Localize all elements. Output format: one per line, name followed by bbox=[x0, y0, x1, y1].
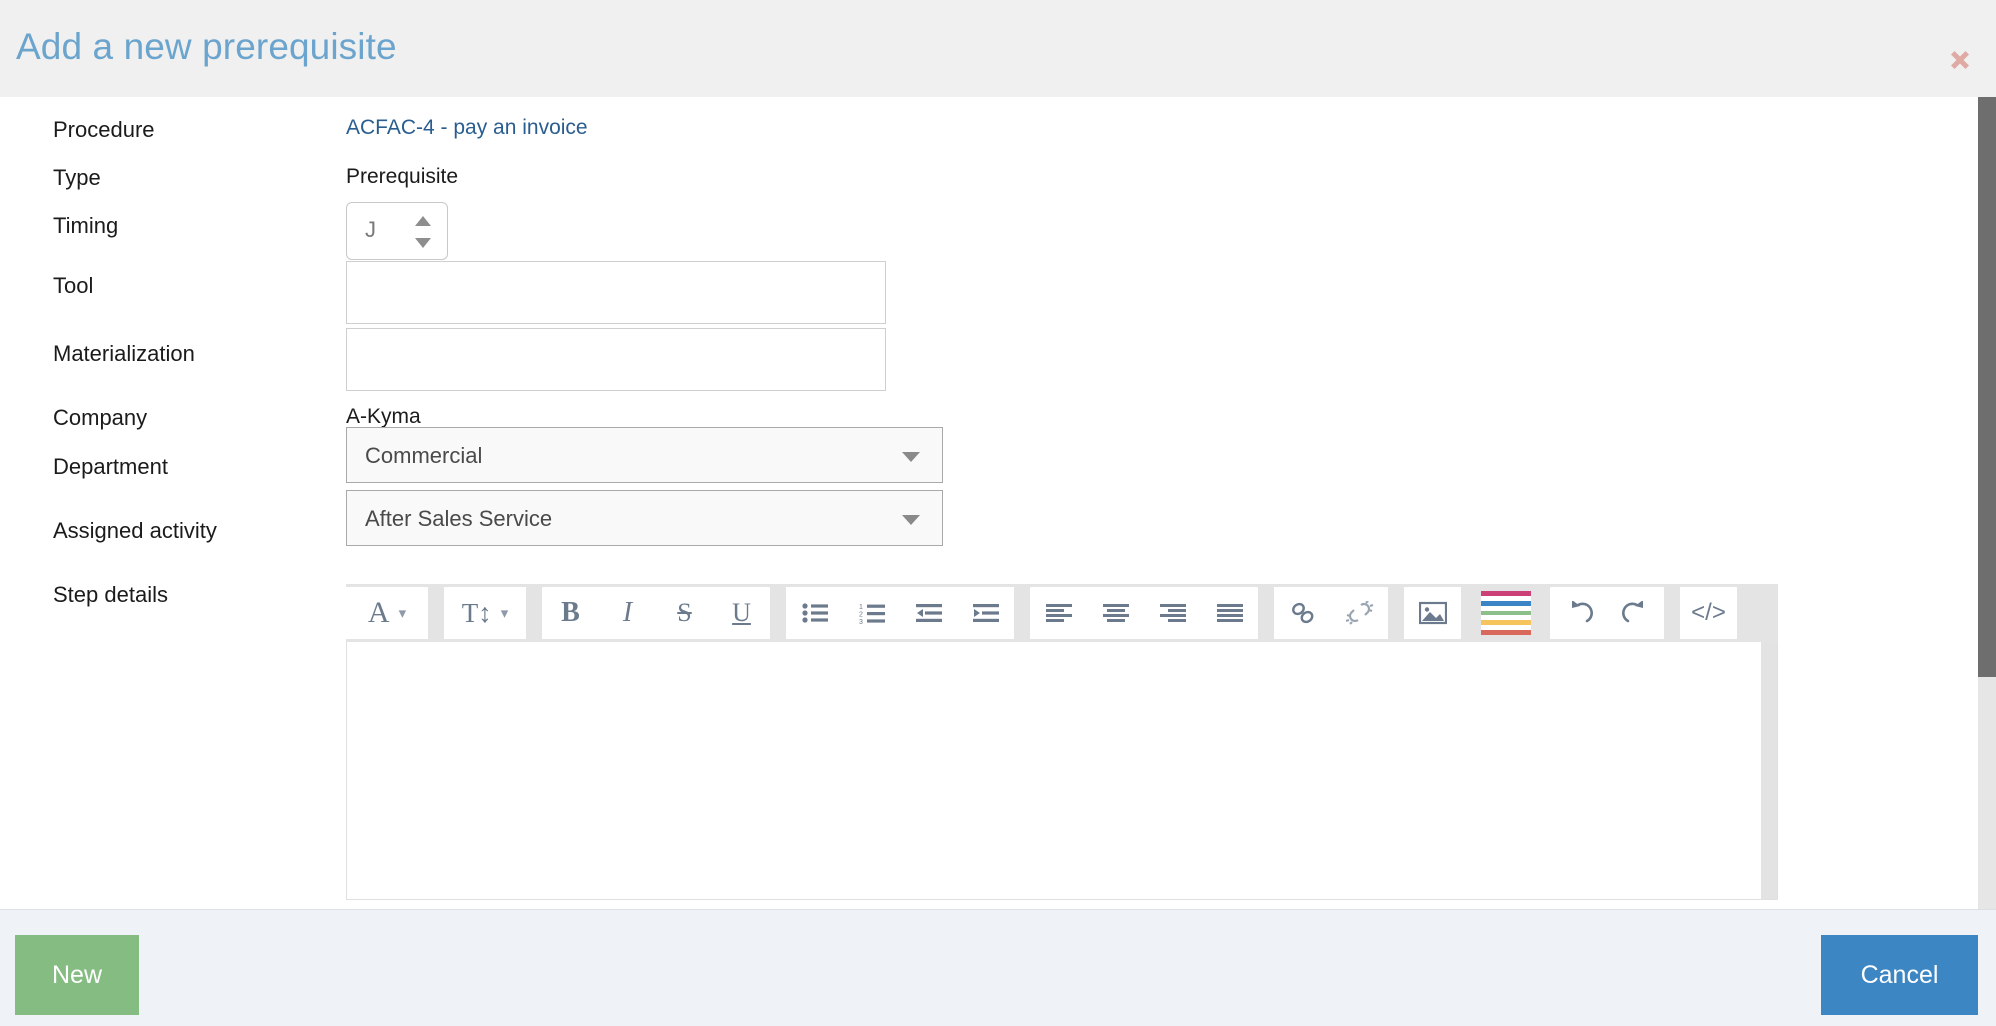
assigned-activity-selected-value: After Sales Service bbox=[365, 506, 553, 531]
timing-value: J bbox=[365, 217, 376, 242]
editor-text bbox=[347, 642, 1777, 670]
code-view-button[interactable]: </> bbox=[1680, 587, 1737, 639]
text-color-button[interactable] bbox=[1477, 587, 1534, 639]
undo-button[interactable] bbox=[1550, 587, 1607, 639]
cancel-button[interactable]: Cancel bbox=[1821, 935, 1978, 1015]
editor-scrollbar[interactable] bbox=[1761, 642, 1777, 899]
modal-footer: New Cancel bbox=[0, 909, 1996, 1026]
editor-content-area[interactable] bbox=[346, 642, 1778, 900]
link-button[interactable] bbox=[1274, 587, 1331, 639]
label-type: Type bbox=[53, 165, 101, 190]
value-type: Prerequisite bbox=[346, 165, 459, 188]
tool-input[interactable] bbox=[346, 261, 886, 324]
chevron-down-icon bbox=[902, 515, 920, 525]
redo-button[interactable] bbox=[1607, 587, 1664, 639]
bullet-list-button[interactable] bbox=[786, 587, 843, 639]
new-button[interactable]: New bbox=[15, 935, 139, 1015]
bold-button[interactable]: B bbox=[542, 587, 599, 639]
chevron-down-icon bbox=[902, 452, 920, 462]
insert-image-button[interactable] bbox=[1404, 587, 1461, 639]
label-assigned-activity: Assigned activity bbox=[53, 518, 217, 543]
numbered-list-button[interactable]: 1 2 3 bbox=[843, 587, 900, 639]
indent-button[interactable] bbox=[957, 587, 1014, 639]
font-family-button[interactable]: A ▾ bbox=[346, 587, 428, 639]
svg-text:3: 3 bbox=[859, 619, 863, 624]
label-timing: Timing bbox=[53, 213, 119, 238]
unlink-button[interactable] bbox=[1331, 587, 1388, 639]
label-step-details: Step details bbox=[53, 582, 168, 607]
assigned-activity-select[interactable]: After Sales Service bbox=[346, 490, 943, 546]
svg-text:2: 2 bbox=[859, 611, 863, 618]
editor-toolbar: A ▾ T↕ ▾ B I S U 1 2 3 </> bbox=[346, 584, 1778, 642]
department-select[interactable]: Commercial bbox=[346, 427, 943, 483]
color-palette-icon bbox=[1480, 591, 1531, 636]
strikethrough-button[interactable]: S bbox=[656, 587, 713, 639]
materialization-input[interactable] bbox=[346, 328, 886, 391]
modal-body: Procedure ACFAC-4 - pay an invoice Type … bbox=[0, 97, 1996, 909]
page-title: Add a new prerequisite bbox=[16, 26, 397, 67]
underline-button[interactable]: U bbox=[713, 587, 770, 639]
close-icon[interactable] bbox=[1944, 44, 1976, 76]
timing-stepper[interactable]: J bbox=[346, 202, 448, 260]
align-center-button[interactable] bbox=[1087, 587, 1144, 639]
modal-scrollbar-thumb[interactable] bbox=[1978, 97, 1996, 677]
align-left-button[interactable] bbox=[1030, 587, 1087, 639]
value-procedure[interactable]: ACFAC-4 - pay an invoice bbox=[346, 116, 588, 140]
label-company: Company bbox=[53, 405, 148, 430]
align-justify-button[interactable] bbox=[1201, 587, 1258, 639]
italic-button[interactable]: I bbox=[599, 587, 656, 639]
label-tool: Tool bbox=[53, 273, 94, 298]
value-company: A-Kyma bbox=[346, 405, 421, 428]
modal-header: Add a new prerequisite bbox=[0, 0, 1996, 97]
outdent-button[interactable] bbox=[900, 587, 957, 639]
font-size-button[interactable]: T↕ ▾ bbox=[444, 587, 526, 639]
align-right-button[interactable] bbox=[1144, 587, 1201, 639]
label-procedure: Procedure bbox=[53, 117, 155, 142]
spinner-arrows-icon[interactable] bbox=[415, 216, 431, 248]
svg-text:1: 1 bbox=[859, 604, 863, 611]
label-department: Department bbox=[53, 454, 168, 479]
modal-scrollbar-track[interactable] bbox=[1978, 97, 1996, 909]
modal-dialog: Add a new prerequisite Procedure ACFAC-4… bbox=[0, 0, 1996, 1026]
step-details-editor: A ▾ T↕ ▾ B I S U 1 2 3 </> bbox=[346, 584, 1778, 900]
label-materialization: Materialization bbox=[53, 341, 195, 366]
department-selected-value: Commercial bbox=[365, 443, 483, 468]
